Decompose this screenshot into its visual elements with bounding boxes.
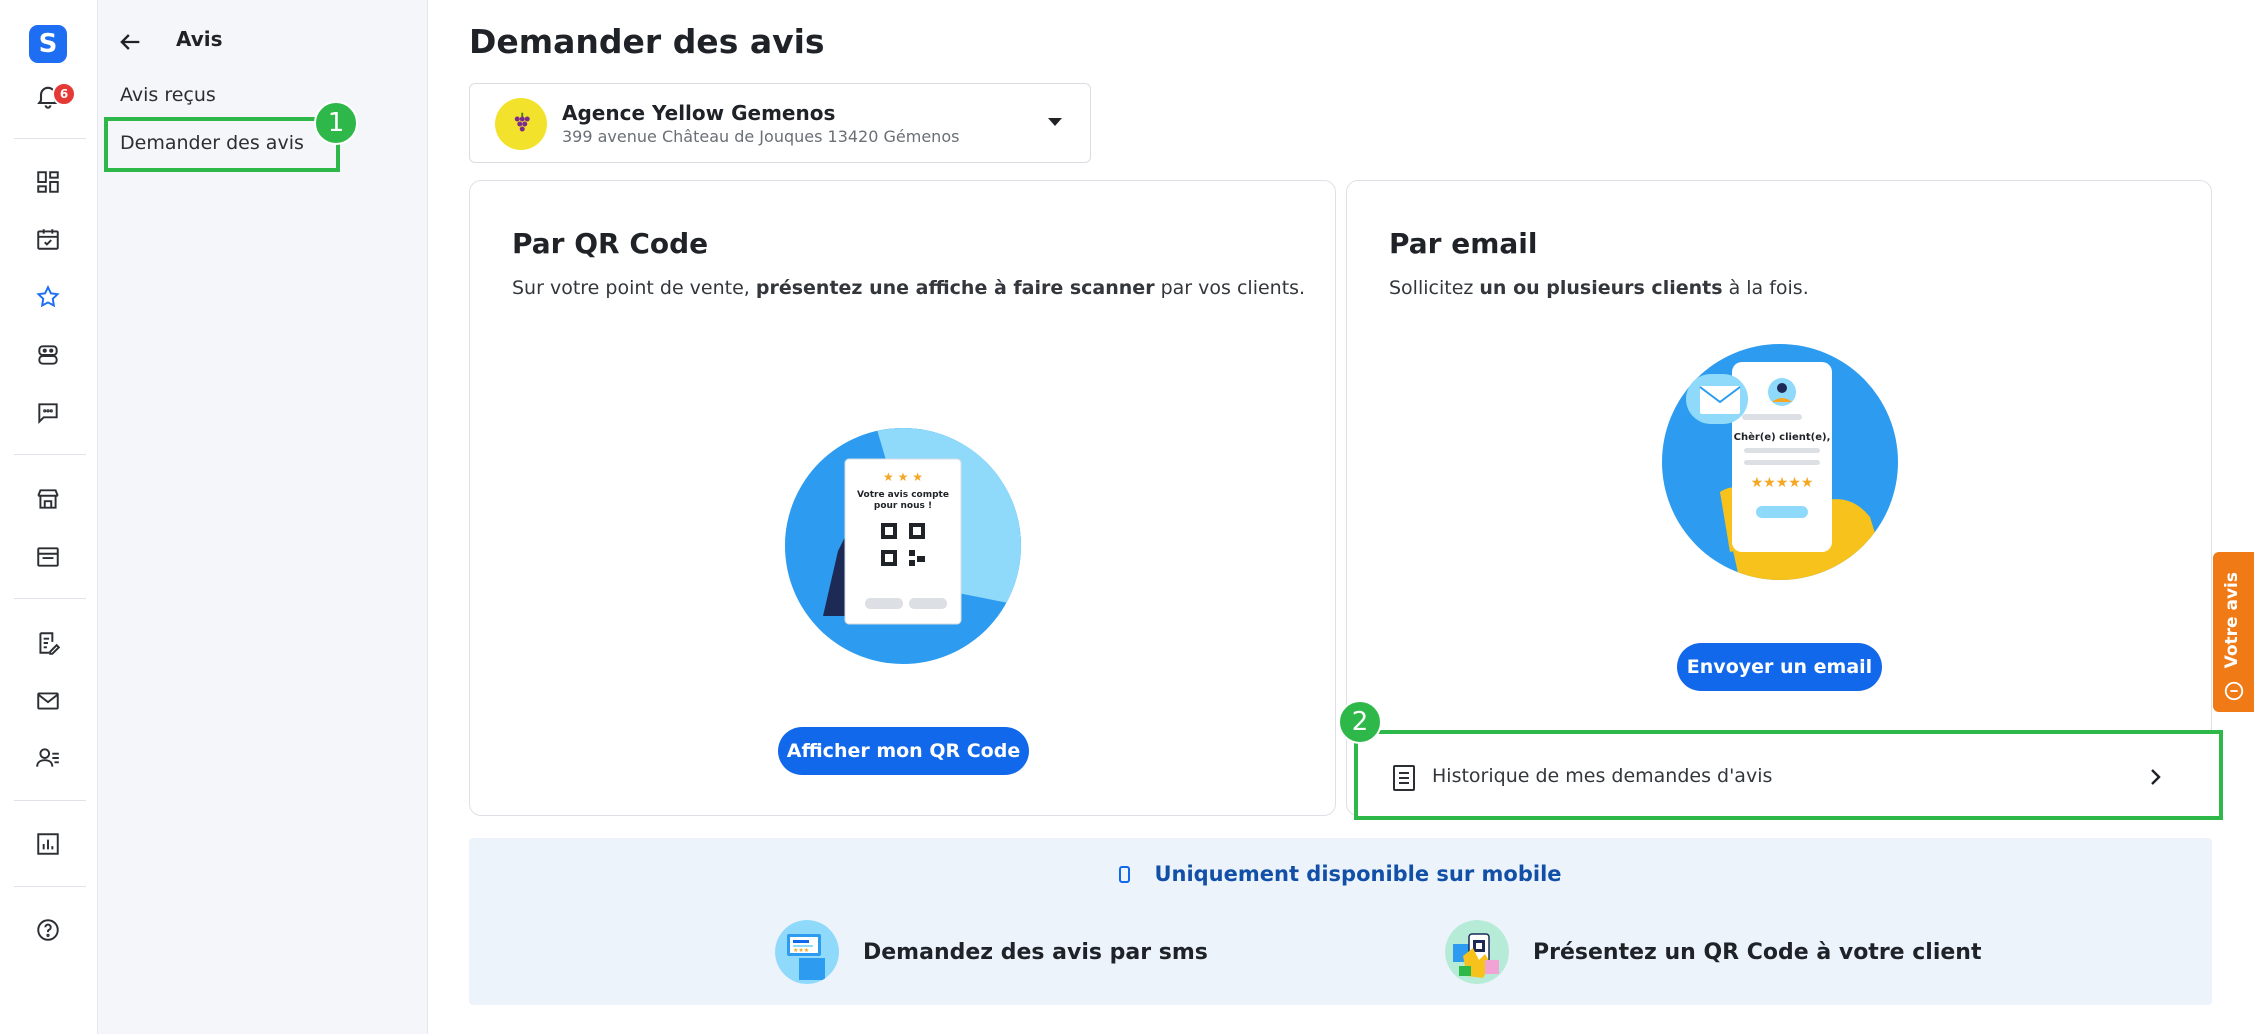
- svg-text:pour nous !: pour nous !: [874, 501, 932, 511]
- history-label: Historique de mes demandes d'avis: [1432, 765, 1773, 787]
- page-title: Demander des avis: [469, 22, 825, 61]
- mobile-only-banner: Uniquement disponible sur mobile ★★★ Dem…: [469, 838, 2212, 1005]
- sms-reviews-option: ★★★ Demandez des avis par sms: [775, 920, 1208, 984]
- chart-icon[interactable]: [33, 829, 63, 859]
- feedback-tab-label: Votre avis: [2222, 572, 2242, 669]
- svg-text:★ ★ ★: ★ ★ ★: [883, 470, 923, 484]
- email-card: Par email Sollicitez un ou plusieurs cli…: [1346, 180, 2212, 816]
- qr-code-card: Par QR Code Sur votre point de vente, pr…: [469, 180, 1336, 816]
- svg-text:Votre avis compte: Votre avis compte: [857, 490, 949, 500]
- chevron-down-icon: [1048, 118, 1062, 126]
- sms-option-label: Demandez des avis par sms: [863, 939, 1208, 965]
- show-qr-code-button[interactable]: Afficher mon QR Code: [778, 727, 1029, 775]
- robot-icon[interactable]: [33, 340, 63, 370]
- icon-rail: S 6: [0, 0, 98, 1034]
- divider: [14, 886, 86, 887]
- contacts-icon[interactable]: [33, 743, 63, 773]
- agency-avatar: [495, 98, 547, 150]
- qr-phone-illustration-icon: [1445, 920, 1509, 984]
- agency-name: Agence Yellow Gemenos: [562, 101, 836, 125]
- chat-icon[interactable]: [33, 398, 63, 428]
- annotation-number-2: 2: [1338, 700, 1382, 744]
- subnav-item-avis-recus[interactable]: Avis reçus: [120, 84, 216, 106]
- email-card-description: Sollicitez un ou plusieurs clients à la …: [1389, 277, 1809, 299]
- svg-text:★★★★★: ★★★★★: [1751, 475, 1814, 491]
- mobile-only-heading: Uniquement disponible sur mobile: [469, 862, 2212, 886]
- app-logo[interactable]: S: [29, 25, 67, 63]
- qr-card-description: Sur votre point de vente, présentez une …: [512, 277, 1306, 299]
- agency-address: 399 avenue Château de Jouques 13420 Géme…: [562, 127, 960, 146]
- svg-text:Chèr(e) client(e),: Chèr(e) client(e),: [1734, 431, 1831, 443]
- edit-list-icon[interactable]: [33, 628, 63, 658]
- send-email-button[interactable]: Envoyer un email: [1677, 643, 1882, 691]
- email-card-title: Par email: [1389, 227, 1538, 260]
- qr-present-option: Présentez un QR Code à votre client: [1445, 920, 1981, 984]
- smartphone-icon: [1119, 866, 1131, 883]
- divider: [14, 598, 86, 599]
- qr-card-title: Par QR Code: [512, 227, 709, 260]
- browser-icon[interactable]: [33, 542, 63, 572]
- svg-text:★★★: ★★★: [793, 947, 809, 954]
- subnav-title: Avis: [176, 27, 223, 51]
- back-arrow-icon[interactable]: [116, 28, 144, 56]
- document-icon: [1392, 764, 1416, 792]
- divider: [14, 800, 86, 801]
- divider: [14, 454, 86, 455]
- sms-illustration-icon: ★★★: [775, 920, 839, 984]
- feedback-tab[interactable]: Votre avis: [2213, 552, 2254, 712]
- qr-poster-illustration: ★ ★ ★ Votre avis compte pour nous !: [785, 428, 1021, 664]
- store-icon[interactable]: [33, 484, 63, 514]
- star-icon[interactable]: [33, 282, 63, 312]
- divider: [14, 138, 86, 139]
- agency-selector[interactable]: Agence Yellow Gemenos 399 avenue Château…: [469, 83, 1091, 163]
- history-requests-row[interactable]: Historique de mes demandes d'avis: [1354, 730, 2223, 820]
- annotation-number-1: 1: [314, 101, 358, 145]
- help-icon[interactable]: [33, 915, 63, 945]
- highlight-box-1: [104, 117, 340, 172]
- feedback-chat-icon: [2224, 681, 2244, 701]
- calendar-check-icon[interactable]: [33, 224, 63, 254]
- chevron-right-icon: [2143, 765, 2167, 789]
- qr-option-label: Présentez un QR Code à votre client: [1533, 939, 1982, 965]
- email-phone-illustration: Chèr(e) client(e), ★★★★★: [1662, 344, 1898, 580]
- notification-badge: 6: [52, 82, 76, 106]
- mail-icon[interactable]: [33, 686, 63, 716]
- dashboard-icon[interactable]: [33, 167, 63, 197]
